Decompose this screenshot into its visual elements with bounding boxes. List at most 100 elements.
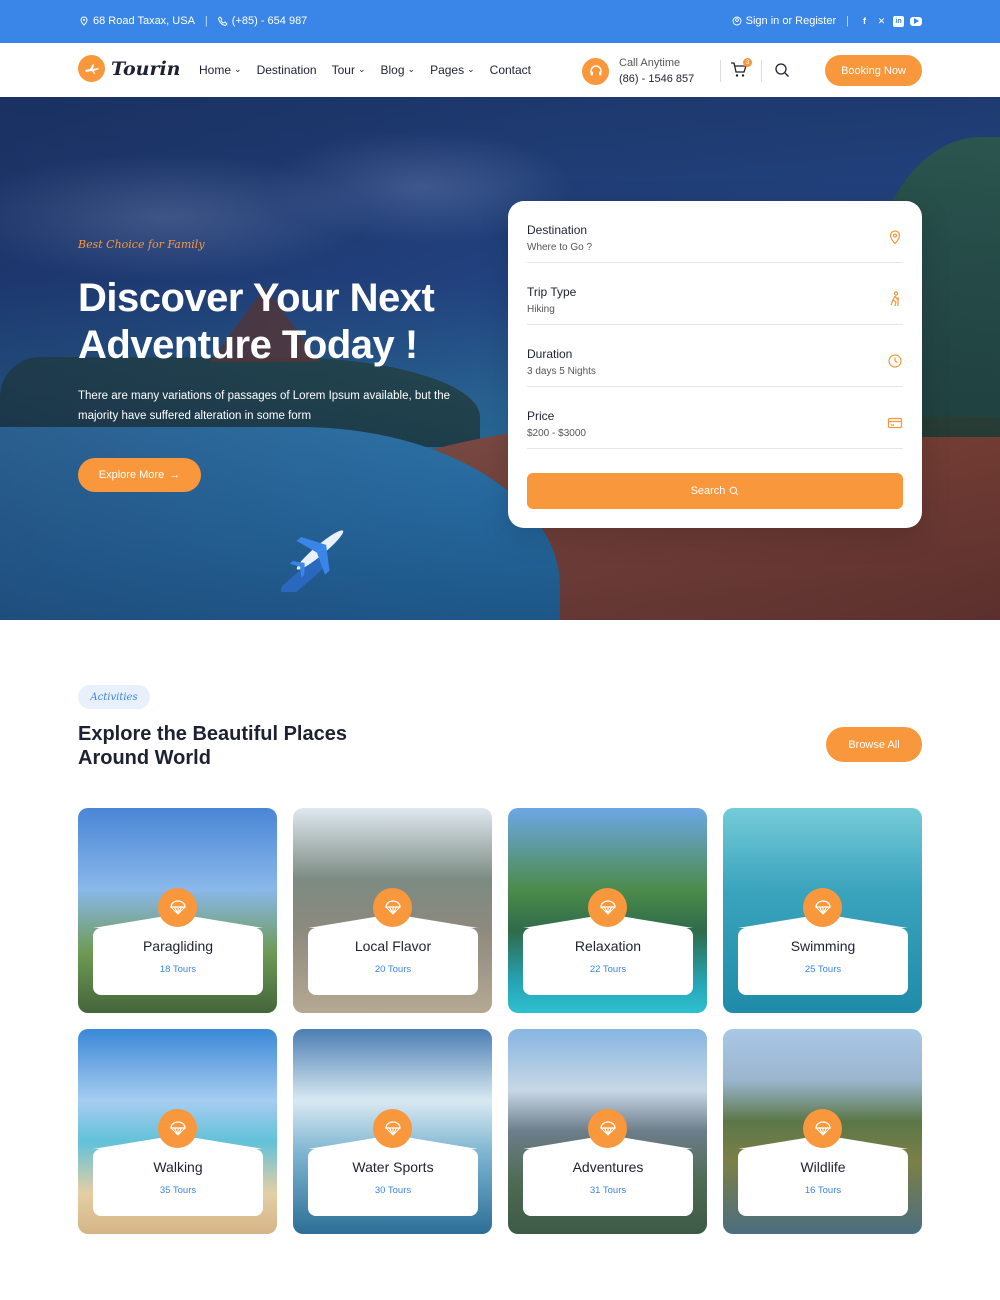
nav-tour[interactable]: Tour ⌄ [332, 63, 366, 77]
clock-icon [888, 354, 902, 368]
facebook-icon[interactable]: f [859, 16, 870, 27]
trip-type-field[interactable]: Trip Type Hiking [527, 263, 903, 325]
price-field[interactable]: Price $200 - $3000 [527, 387, 903, 449]
map-pin-icon [80, 16, 88, 26]
activity-card[interactable]: Relaxation 22 Tours [508, 808, 707, 1013]
arrow-right-icon: → [169, 469, 181, 481]
parachute-icon [803, 1109, 842, 1148]
search-button[interactable]: Search [527, 473, 903, 509]
field-label: Trip Type [527, 285, 577, 299]
chevron-down-icon: ⌄ [234, 63, 242, 74]
linkedin-icon[interactable]: in [893, 15, 904, 27]
activity-tour-count: 16 Tours [804, 1185, 842, 1196]
field-value: 3 days 5 Nights [527, 366, 596, 377]
parachute-icon [588, 1109, 627, 1148]
parachute-icon [588, 888, 627, 927]
airplane-logo-icon [78, 55, 105, 82]
activity-name: Swimming [790, 938, 856, 954]
activity-card[interactable]: Local Flavor 20 Tours [293, 808, 492, 1013]
nav-home[interactable]: Home ⌄ [199, 63, 242, 77]
field-value: Hiking [527, 304, 555, 315]
airplane-icon [281, 530, 344, 592]
field-label: Destination [527, 223, 588, 237]
activity-card[interactable]: Water Sports 30 Tours [293, 1029, 492, 1234]
explore-label: Explore More [98, 469, 165, 481]
browse-all-button[interactable]: Browse All [826, 727, 922, 762]
nav-label: Blog [380, 63, 405, 77]
activity-tour-count: 35 Tours [159, 1185, 197, 1196]
nav-label: Home [199, 63, 232, 77]
activity-card[interactable]: Walking 35 Tours [78, 1029, 277, 1234]
cart-count-badge: 3 [743, 58, 752, 67]
hero-title: Discover Your Next Adventure Today ! [78, 276, 435, 367]
logo[interactable]: Tourin [78, 55, 181, 82]
nav-blog[interactable]: Blog ⌄ [381, 63, 416, 77]
main-nav: Home ⌄ Destination Tour ⌄ Blog ⌄ Pages ⌄ Con… [199, 63, 531, 77]
credit-card-icon [887, 417, 903, 429]
destination-field[interactable]: Destination Where to Go ? [527, 201, 903, 263]
activity-tour-count: 31 Tours [589, 1185, 627, 1196]
nav-contact[interactable]: Contact [490, 63, 531, 77]
call-anytime[interactable]: Call Anytime (86) - 1546 857 [582, 55, 694, 87]
activity-tour-count: 18 Tours [159, 964, 197, 975]
activity-tour-count: 30 Tours [374, 1185, 412, 1196]
hero-tagline: Best Choice for Family [78, 238, 205, 251]
field-value: Where to Go ? [527, 242, 593, 253]
headset-icon [582, 57, 609, 85]
trip-search-card: Destination Where to Go ? Trip Type Hiki… [508, 201, 922, 528]
search-icon[interactable] [774, 62, 790, 78]
search-icon [730, 486, 739, 496]
nav-label: Tour [331, 63, 355, 77]
divider: | [846, 15, 849, 27]
activity-name: Paragliding [142, 938, 214, 954]
search-label: Search [690, 485, 726, 497]
activity-card[interactable]: Swimming 25 Tours [723, 808, 922, 1013]
user-icon [732, 16, 742, 26]
nav-destination[interactable]: Destination [257, 63, 317, 77]
parachute-icon [373, 888, 412, 927]
section-pill: Activities [78, 685, 150, 709]
call-label: Call Anytime [619, 57, 681, 69]
activity-name: Water Sports [352, 1159, 434, 1175]
activity-name: Adventures [572, 1159, 644, 1175]
activity-panel: Relaxation 22 Tours [523, 914, 693, 995]
address-text: 68 Road Taxax, USA [93, 15, 195, 27]
activity-tour-count: 25 Tours [804, 964, 842, 975]
activity-tour-count: 20 Tours [374, 964, 412, 975]
phone-link[interactable]: (+85) - 654 987 [232, 15, 308, 27]
nav-label: Pages [430, 63, 465, 77]
youtube-icon[interactable] [910, 16, 922, 26]
activity-panel: Walking 35 Tours [93, 1135, 263, 1216]
activity-panel: Swimming 25 Tours [738, 914, 908, 995]
activity-name: Walking [153, 1159, 203, 1175]
explore-more-button[interactable]: Explore More → [78, 458, 201, 492]
field-label: Price [527, 409, 555, 423]
divider [720, 60, 721, 82]
nav-label: Destination [256, 63, 317, 77]
field-value: $200 - $3000 [527, 428, 586, 439]
activity-panel: Local Flavor 20 Tours [308, 914, 478, 995]
activity-panel: Wildlife 16 Tours [738, 1135, 908, 1216]
parachute-icon [158, 888, 197, 927]
sign-in-link[interactable]: Sign in or Register [746, 15, 837, 27]
field-label: Duration [527, 347, 573, 361]
nav-pages[interactable]: Pages ⌄ [430, 63, 475, 77]
booking-now-button[interactable]: Booking Now [825, 55, 922, 86]
duration-field[interactable]: Duration 3 days 5 Nights [527, 325, 903, 387]
logo-text: Tourin [111, 57, 181, 80]
activity-tour-count: 22 Tours [589, 964, 627, 975]
hiker-icon [890, 291, 900, 307]
activity-card[interactable]: Adventures 31 Tours [508, 1029, 707, 1234]
main-navbar: Tourin Home ⌄ Destination Tour ⌄ Blog ⌄ Pag… [0, 43, 1000, 97]
activity-name: Relaxation [574, 938, 642, 954]
x-icon[interactable]: ✕ [876, 16, 887, 27]
map-pin-icon [889, 230, 901, 245]
activity-panel: Adventures 31 Tours [523, 1135, 693, 1216]
activity-panel: Paragliding 18 Tours [93, 914, 263, 995]
hero-description: There are many variations of passages of… [78, 390, 451, 422]
activity-name: Wildlife [800, 1159, 846, 1175]
activity-card[interactable]: Wildlife 16 Tours [723, 1029, 922, 1234]
call-number[interactable]: (86) - 1546 857 [619, 71, 694, 87]
activity-card[interactable]: Paragliding 18 Tours [78, 808, 277, 1013]
parachute-icon [158, 1109, 197, 1148]
